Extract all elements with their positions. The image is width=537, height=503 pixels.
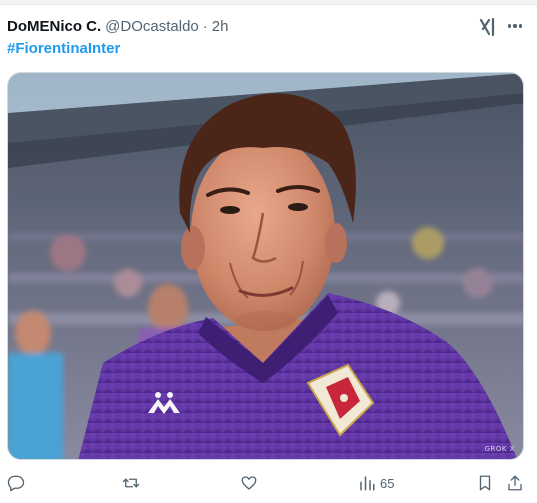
like-button[interactable] xyxy=(240,472,258,494)
share-button[interactable] xyxy=(506,472,524,494)
photo-watermark: GROK X xyxy=(484,445,515,453)
photo-illustration xyxy=(8,73,523,459)
more-options-icon[interactable] xyxy=(504,16,526,36)
views-chart-icon xyxy=(360,476,375,491)
tweet-timestamp[interactable]: 2h xyxy=(212,18,229,35)
hashtag-link[interactable]: #FiorentinaInter xyxy=(7,40,120,57)
bookmark-button[interactable] xyxy=(476,472,494,494)
window-top-edge xyxy=(0,0,537,5)
grok-icon[interactable] xyxy=(478,17,498,37)
author-display-name[interactable]: DoMENico C. xyxy=(7,18,101,35)
tweet[interactable]: DoMENico C. @DOcastaldo · 2h #Fiorentina… xyxy=(0,6,537,503)
reply-icon xyxy=(7,475,25,492)
reply-button[interactable] xyxy=(7,472,25,494)
views-button[interactable]: 65 xyxy=(358,472,394,494)
retweet-icon xyxy=(122,478,140,488)
header-separator: · xyxy=(202,17,208,35)
views-count: 65 xyxy=(380,475,395,491)
retweet-button[interactable] xyxy=(122,472,140,494)
share-icon xyxy=(508,475,522,491)
bookmark-icon xyxy=(479,475,491,491)
tweet-photo[interactable]: GROK X xyxy=(7,72,524,460)
heart-icon xyxy=(241,476,257,490)
author-handle[interactable]: @DOcastaldo xyxy=(105,18,199,35)
tweet-header: DoMENico C. @DOcastaldo · 2h xyxy=(7,16,228,36)
tweet-action-bar: 65 xyxy=(0,472,537,494)
